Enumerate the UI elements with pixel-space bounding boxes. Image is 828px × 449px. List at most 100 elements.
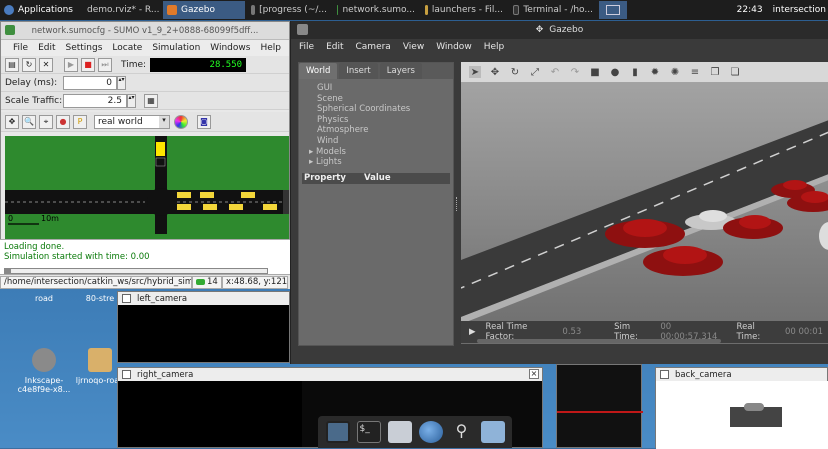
open-icon[interactable]: ▤ xyxy=(5,57,19,72)
spot-light-icon[interactable]: ✺ xyxy=(669,66,681,78)
menu-help[interactable]: Help xyxy=(484,42,505,52)
scale-mode-icon[interactable]: ⤢ xyxy=(529,66,541,78)
sphere-shape-icon[interactable]: ● xyxy=(609,66,621,78)
gazebo-scrollbar[interactable] xyxy=(477,339,721,343)
viewport-select[interactable]: real world ▾ xyxy=(94,114,170,129)
back-camera-title: back_camera xyxy=(675,369,732,380)
log-line: Loading done. xyxy=(4,242,65,252)
left-camera-titlebar[interactable]: left_camera xyxy=(118,292,289,305)
home-folder-icon[interactable] xyxy=(387,421,412,443)
rotate-mode-icon[interactable]: ↻ xyxy=(509,66,521,78)
terminal-icon[interactable]: $_ xyxy=(356,421,381,443)
directional-light-icon[interactable]: ≡ xyxy=(689,66,701,78)
gazebo-titlebar[interactable]: ✥ Gazebo xyxy=(291,21,828,39)
menu-help[interactable]: Help xyxy=(260,43,281,53)
cylinder-shape-icon[interactable]: ▮ xyxy=(629,66,641,78)
right-camera-titlebar[interactable]: right_camera × xyxy=(118,368,542,381)
menu-edit[interactable]: Edit xyxy=(38,43,55,53)
tree-item-lights[interactable]: ▸ Lights xyxy=(309,157,453,168)
sumo-titlebar[interactable]: network.sumocfg - SUMO v1_9_2+0888-68099… xyxy=(1,22,289,40)
menu-camera[interactable]: Camera xyxy=(356,42,391,52)
menu-locate[interactable]: Locate xyxy=(112,43,142,53)
menu-view[interactable]: View xyxy=(403,42,424,52)
delay-stepper[interactable]: ▴▾ xyxy=(117,75,126,90)
middle-camera-image xyxy=(557,411,643,413)
back-camera-titlebar[interactable]: back_camera xyxy=(656,368,827,381)
task-label: Gazebo xyxy=(180,5,215,15)
locate-junction-icon[interactable]: ⌖ xyxy=(39,114,53,129)
menu-settings[interactable]: Settings xyxy=(66,43,103,53)
box-shape-icon[interactable]: ■ xyxy=(589,66,601,78)
tree-item-physics[interactable]: Physics xyxy=(317,115,453,126)
menu-simulation[interactable]: Simulation xyxy=(152,43,200,53)
menu-edit[interactable]: Edit xyxy=(326,42,343,52)
redo-icon[interactable]: ↷ xyxy=(569,66,581,78)
close-icon[interactable]: × xyxy=(529,369,539,379)
tree-item-gui[interactable]: GUI xyxy=(317,83,453,94)
sumo-map-view[interactable]: 0 10m xyxy=(5,136,289,256)
sumo-close-icon[interactable] xyxy=(5,25,15,35)
task-gazebo[interactable]: Gazebo xyxy=(162,1,245,19)
color-wheel-icon[interactable] xyxy=(174,114,188,129)
play-icon[interactable]: ▶ xyxy=(469,327,476,337)
screenshot-icon[interactable]: ◙ xyxy=(197,114,211,129)
reload-icon[interactable]: ↻ xyxy=(22,57,36,72)
menu-file[interactable]: File xyxy=(299,42,314,52)
scale-apply-icon[interactable]: ▦ xyxy=(144,93,158,108)
point-light-icon[interactable]: ✹ xyxy=(649,66,661,78)
locate-poi-icon[interactable]: P xyxy=(73,114,87,129)
desktop-icon-road[interactable]: road xyxy=(14,294,74,303)
scale-stepper[interactable]: ▴▾ xyxy=(127,93,136,108)
expand-arrow-icon[interactable]: ▸ xyxy=(309,147,313,157)
folder-icon[interactable] xyxy=(480,421,505,443)
zoom-icon[interactable]: 🔍 xyxy=(22,114,36,129)
play-icon[interactable]: ▶ xyxy=(64,57,78,72)
locate-vehicle-icon[interactable]: ● xyxy=(56,114,70,129)
expand-arrow-icon[interactable]: ▸ xyxy=(309,157,313,167)
task-progress[interactable]: [progress (~/... xyxy=(247,1,331,19)
gazebo-3d-view[interactable]: ➤ ✥ ↻ ⤢ ↶ ↷ ■ ● ▮ ✹ ✺ ≡ ❐ ❏ xyxy=(461,62,828,344)
tree-item-scene[interactable]: Scene xyxy=(317,94,453,105)
task-label: network.sumo... xyxy=(342,5,415,15)
menu-window[interactable]: Window xyxy=(436,42,472,52)
tree-item-models[interactable]: ▸ Models xyxy=(309,147,453,158)
task-launchers[interactable]: launchers - Fil... xyxy=(421,1,507,19)
select-mode-icon[interactable]: ➤ xyxy=(469,66,481,78)
translate-mode-icon[interactable]: ✥ xyxy=(489,66,501,78)
gazebo-icon xyxy=(166,5,177,15)
task-rviz[interactable]: demo.rviz* - R... xyxy=(79,1,161,19)
file-icon xyxy=(88,348,112,372)
user-menu[interactable]: intersection xyxy=(773,5,826,15)
copy-icon[interactable]: ❐ xyxy=(709,66,721,78)
tree-item-spherical-coordinates[interactable]: Spherical Coordinates xyxy=(317,104,453,115)
clock[interactable]: 22:43 xyxy=(737,5,763,15)
step-icon[interactable]: ⏭ xyxy=(98,57,112,72)
tree-item-wind[interactable]: Wind xyxy=(317,136,453,147)
task-label: demo.rviz* - R... xyxy=(86,5,160,15)
tab-insert[interactable]: Insert xyxy=(339,63,378,79)
tab-layers[interactable]: Layers xyxy=(379,63,422,79)
tab-world[interactable]: World xyxy=(299,63,338,79)
screen-icon[interactable] xyxy=(325,421,350,443)
stop-icon[interactable]: ■ xyxy=(81,57,95,72)
menu-file[interactable]: File xyxy=(13,43,28,53)
task-sumo[interactable]: network.sumo... xyxy=(333,1,419,19)
workspace-switcher[interactable] xyxy=(598,1,627,19)
close-sim-icon[interactable]: ✕ xyxy=(39,57,53,72)
time-display: 28.550 xyxy=(150,57,247,72)
panel-splitter[interactable] xyxy=(456,197,458,211)
scale-input[interactable]: 2.5 xyxy=(63,93,127,108)
search-icon[interactable]: ⚲ xyxy=(450,421,474,443)
desktop-icon-inkscape[interactable]: Inkscape-c4e8f9e-x8... xyxy=(14,348,74,394)
task-terminal[interactable]: Terminal - /ho... xyxy=(509,1,597,19)
paste-icon[interactable]: ❏ xyxy=(729,66,741,78)
delay-input[interactable]: 0 xyxy=(63,75,117,90)
applications-menu[interactable]: Applications xyxy=(0,1,77,19)
web-browser-icon[interactable] xyxy=(418,421,443,443)
menu-windows[interactable]: Windows xyxy=(210,43,250,53)
recenter-icon[interactable]: ✥ xyxy=(5,114,19,129)
tree-item-atmosphere[interactable]: Atmosphere xyxy=(317,125,453,136)
window-icon xyxy=(122,370,131,379)
gazebo-app-icon xyxy=(297,24,308,35)
undo-icon[interactable]: ↶ xyxy=(549,66,561,78)
